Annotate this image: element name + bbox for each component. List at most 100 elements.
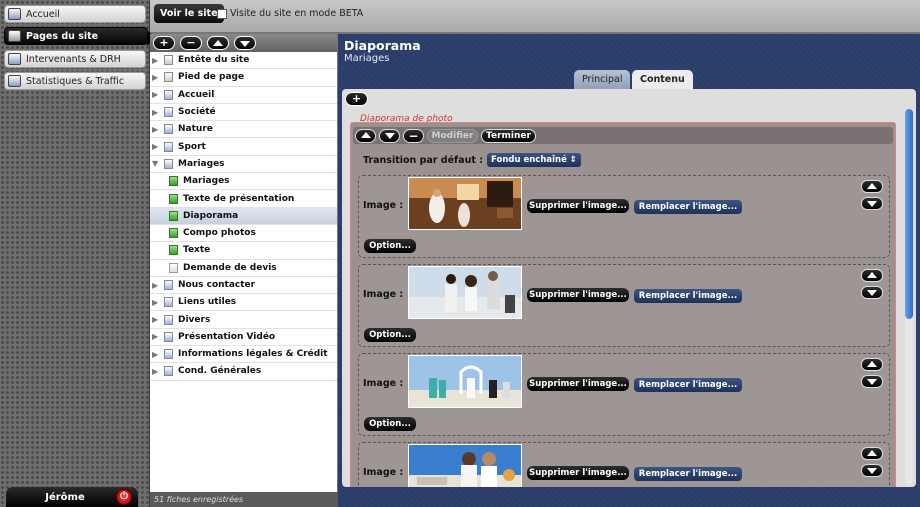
sidebar-item-label: Intervenants & DRH [26,53,121,65]
replace-image-button[interactable]: Remplacer l'image... [634,378,742,392]
image-down-button[interactable] [861,197,883,210]
collapsed-arrow-icon[interactable]: ▶ [152,281,161,290]
image-down-button[interactable] [861,286,883,299]
sidebar-item-statistiques[interactable]: Statistiques & Traffic [4,72,146,90]
image-down-button[interactable] [861,375,883,388]
tree-item[interactable]: ▶ Pied de page [150,69,337,87]
option-button[interactable]: Option... [364,328,416,342]
page-tree: + − ▶ Entête du site ▶ Pied de page ▶ Accueil… [150,34,338,492]
image-thumbnail[interactable] [408,355,522,408]
replace-image-button[interactable]: Remplacer l'image... [634,200,742,214]
tree-item[interactable]: Compo photos [150,225,337,243]
collapsed-arrow-icon[interactable]: ▶ [152,298,161,307]
move-up-button[interactable] [207,36,229,50]
page-icon [164,55,173,66]
beta-mode-toggle[interactable]: Visite du site en mode BETA [217,8,363,19]
image-down-button[interactable] [861,464,883,477]
arrow-down-icon [867,379,877,385]
scrollbar-thumb[interactable] [905,109,913,319]
arrow-up-icon [360,131,371,138]
tree-item[interactable]: ▶ Présentation Vidéo [150,329,337,347]
tree-item[interactable]: ▼ Mariages [150,156,337,174]
tree-item[interactable]: ▶ Entête du site [150,52,337,70]
tree-item[interactable]: ▶ Divers [150,311,337,329]
wedding-photo-4 [409,445,521,487]
image-up-button[interactable] [861,358,883,371]
collapsed-arrow-icon[interactable]: ▶ [152,142,161,151]
delete-image-button[interactable]: Supprimer l'image... [527,466,629,480]
tree-item[interactable]: ▶ Société [150,104,337,122]
tree-item[interactable]: Texte [150,242,337,260]
option-button[interactable]: Option... [364,239,416,253]
tree-item[interactable]: ▶ Accueil [150,87,337,104]
expanded-arrow-icon[interactable]: ▼ [152,159,161,168]
collapsed-arrow-icon[interactable]: ▶ [152,350,161,359]
sidebar-item-intervenants[interactable]: Intervenants & DRH [4,50,146,68]
add-page-button[interactable]: + [153,36,175,50]
tree-item[interactable]: ▶ Sport [150,138,337,156]
collapsed-arrow-icon[interactable]: ▶ [152,90,161,99]
vertical-scrollbar[interactable] [905,109,913,484]
sidebar-item-label: Accueil [26,8,60,20]
tree-item[interactable]: Mariages [150,173,337,191]
arrow-up-icon [213,40,223,46]
image-thumbnail[interactable] [408,266,522,319]
arrow-up-icon [867,272,877,278]
collapsed-arrow-icon[interactable]: ▶ [152,56,161,65]
page-icon [164,158,173,169]
slide-down-button[interactable] [379,128,400,143]
page-icon [164,89,173,100]
replace-image-button[interactable]: Remplacer l'image... [634,289,742,303]
slide-remove-button[interactable]: − [403,128,424,143]
arrow-up-icon [867,183,877,189]
power-icon[interactable]: ⏻ [116,489,132,505]
image-up-button[interactable] [861,269,883,282]
tree-item-label: Nous contacter [178,280,256,290]
image-up-button[interactable] [861,180,883,193]
tree-item[interactable]: Texte de présentation [150,190,337,208]
tab-contenu[interactable]: Contenu [632,70,693,90]
page-icon [169,245,178,256]
tree-item-label: Demande de devis [183,262,277,273]
left-sidebar: Accueil Pages du site Intervenants & DRH… [0,0,156,507]
tab-principal[interactable]: Principal [574,70,631,90]
delete-image-button[interactable]: Supprimer l'image... [527,377,629,391]
modify-button[interactable]: Modifier [427,128,478,143]
image-label: Image : [363,200,404,211]
collapsed-arrow-icon[interactable]: ▶ [152,367,161,376]
image-thumbnail[interactable] [408,177,522,230]
tree-item[interactable]: Demande de devis [150,260,337,277]
tree-item[interactable]: ▶ Nous contacter [150,277,337,295]
pages-icon [8,30,21,42]
sidebar-item-pages-du-site[interactable]: Pages du site [4,27,156,46]
image-card: Image : Supprimer l'image... Remplacer l… [358,264,890,347]
tree-item-label: Accueil [178,89,215,100]
add-content-button[interactable]: + [345,92,368,106]
move-down-button[interactable] [234,36,256,50]
remove-page-button[interactable]: − [180,36,202,50]
collapsed-arrow-icon[interactable]: ▶ [152,315,161,324]
image-thumbnail[interactable] [408,444,522,487]
view-site-button[interactable]: Voir le site [154,4,224,23]
collapsed-arrow-icon[interactable]: ▶ [152,73,161,82]
delete-image-button[interactable]: Supprimer l'image... [527,199,629,213]
tree-item[interactable]: ▶ Liens utiles [150,294,337,312]
delete-image-button[interactable]: Supprimer l'image... [527,288,629,302]
image-up-button[interactable] [861,447,883,460]
tree-item[interactable]: ▶ Cond. Générales [150,363,337,381]
tree-item[interactable]: Diaporama [150,207,337,225]
collapsed-arrow-icon[interactable]: ▶ [152,108,161,117]
sidebar-item-accueil[interactable]: Accueil [4,5,146,23]
page-icon [169,228,178,239]
option-button[interactable]: Option... [364,417,416,431]
replace-image-button[interactable]: Remplacer l'image... [634,467,742,481]
collapsed-arrow-icon[interactable]: ▶ [152,332,161,341]
tree-item[interactable]: ▶ Nature [150,121,337,139]
home-icon [8,8,21,20]
finish-button[interactable]: Terminer [481,128,536,143]
transition-select[interactable]: Fondu enchaîné ⇕ [487,153,581,167]
tree-item[interactable]: ▶ Informations légales & Crédit [150,346,337,364]
slide-up-button[interactable] [355,128,376,143]
collapsed-arrow-icon[interactable]: ▶ [152,125,161,134]
beta-checkbox[interactable] [217,8,227,19]
